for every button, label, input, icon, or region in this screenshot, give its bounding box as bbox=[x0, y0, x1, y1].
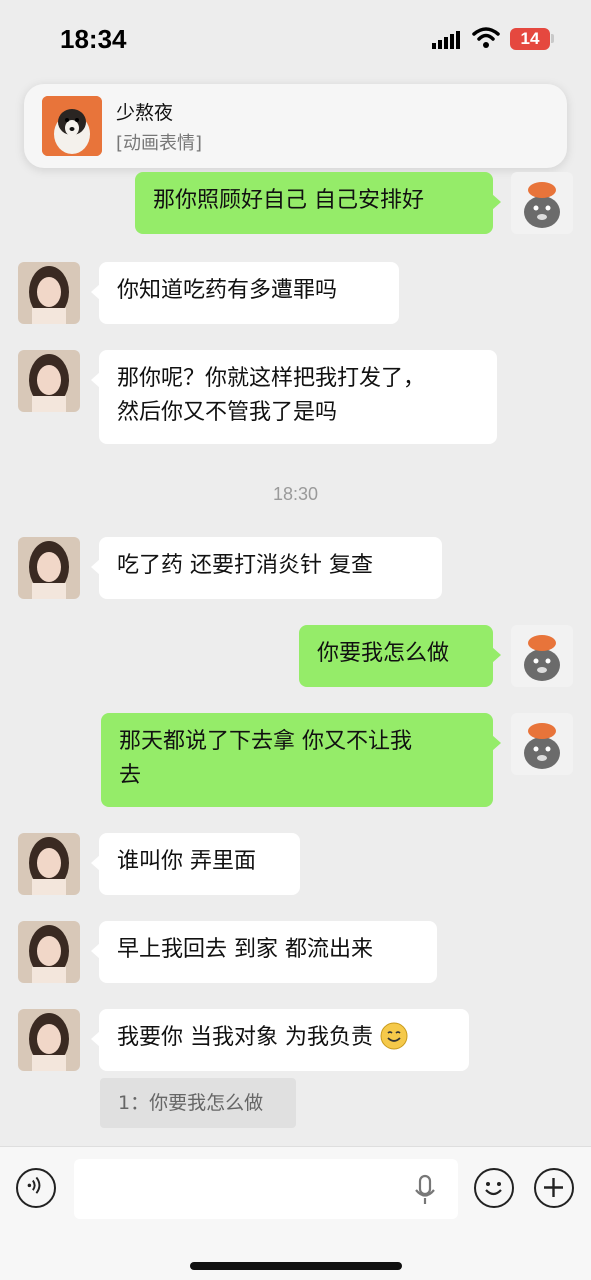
wifi-icon bbox=[472, 27, 500, 48]
message-text: 你知道吃药有多遭罪吗 bbox=[117, 278, 338, 303]
message-bubble-received[interactable]: 吃了药 还要打消炎针 复查 bbox=[91, 537, 442, 599]
quoted-reply[interactable]: 1：你要我怎么做 bbox=[100, 1078, 296, 1128]
emoji-button[interactable] bbox=[474, 1168, 514, 1208]
message-bubble-received[interactable]: 我要你 当我对象 为我负责 bbox=[91, 1009, 469, 1071]
message-text: 你要我怎么做 bbox=[317, 641, 450, 666]
message-text-line: 去 bbox=[119, 763, 142, 788]
message-bubble-sent[interactable]: 那天都说了下去拿 你又不让我 去 bbox=[101, 713, 501, 807]
avatar-contact[interactable] bbox=[18, 537, 80, 599]
home-indicator[interactable] bbox=[190, 1262, 402, 1270]
status-bar: 18:34 14 bbox=[0, 0, 591, 80]
avatar-contact[interactable] bbox=[18, 350, 80, 412]
notification-avatar bbox=[42, 96, 102, 156]
avatar-contact[interactable] bbox=[18, 262, 80, 324]
message-bubble-sent[interactable]: 你要我怎么做 bbox=[299, 625, 501, 687]
message-bubble-sent[interactable]: 那你照顾好自己 自己安排好 bbox=[135, 172, 501, 234]
message-text-line: 那天都说了下去拿 你又不让我 bbox=[119, 729, 412, 754]
smile-emoji bbox=[380, 1022, 408, 1050]
message-text: 我要你 当我对象 为我负责 bbox=[117, 1025, 373, 1050]
battery-icon: 14 bbox=[510, 28, 550, 50]
plus-button[interactable] bbox=[534, 1168, 574, 1208]
message-bubble-received[interactable]: 那你呢？你就这样把我打发了， 然后你又不管我了是吗 bbox=[91, 350, 497, 444]
notification-title: 少熬夜 bbox=[116, 102, 174, 124]
plus-icon bbox=[544, 1178, 563, 1197]
message-input[interactable] bbox=[74, 1159, 458, 1219]
message-text-line: 那你呢？你就这样把我打发了， bbox=[117, 366, 426, 391]
chat-timestamp: 18:30 bbox=[272, 484, 319, 504]
message-text: 那你照顾好自己 自己安排好 bbox=[153, 188, 424, 213]
status-time: 18:34 bbox=[60, 24, 127, 54]
message-bubble-received[interactable]: 你知道吃药有多遭罪吗 bbox=[91, 262, 399, 324]
avatar-self[interactable] bbox=[511, 625, 573, 687]
message-text: 吃了药 还要打消炎针 复查 bbox=[117, 553, 373, 578]
message-text: 谁叫你 弄里面 bbox=[117, 849, 256, 874]
microphone-icon[interactable] bbox=[413, 1174, 437, 1206]
notification-body: [动画表情] bbox=[116, 133, 203, 154]
signal-icon bbox=[432, 31, 460, 49]
voice-button[interactable] bbox=[16, 1168, 56, 1208]
avatar-self[interactable] bbox=[511, 172, 573, 234]
input-bar bbox=[0, 1146, 591, 1280]
avatar-self[interactable] bbox=[511, 713, 573, 775]
battery-cap bbox=[551, 34, 554, 43]
message-text: 早上我回去 到家 都流出来 bbox=[117, 937, 373, 962]
emoji-icon bbox=[485, 1182, 502, 1196]
avatar-contact[interactable] bbox=[18, 833, 80, 895]
avatar-contact[interactable] bbox=[18, 1009, 80, 1071]
message-text-line: 然后你又不管我了是吗 bbox=[117, 400, 338, 425]
notification-banner[interactable]: 少熬夜 [动画表情] bbox=[24, 84, 567, 168]
avatar-contact[interactable] bbox=[18, 921, 80, 983]
message-bubble-received[interactable]: 谁叫你 弄里面 bbox=[91, 833, 300, 895]
message-bubble-received[interactable]: 早上我回去 到家 都流出来 bbox=[91, 921, 437, 983]
voice-icon bbox=[27, 1176, 41, 1194]
